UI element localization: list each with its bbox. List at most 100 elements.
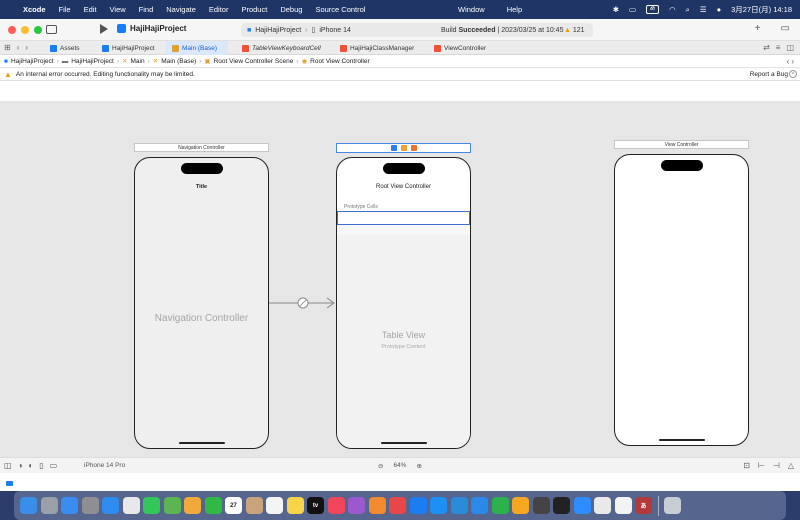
- related-items-icon[interactable]: ⇄: [763, 43, 770, 52]
- run-icon[interactable]: [100, 24, 108, 34]
- activity-view[interactable]: ■ HajiHajiProject › ▯ iPhone 14 Build Su…: [241, 23, 593, 37]
- split-editor-icon[interactable]: ◫: [786, 43, 794, 52]
- chrome-icon[interactable]: [122, 497, 140, 514]
- issue-nav-icon[interactable]: ‹ ›: [786, 57, 794, 66]
- first-responder-icon[interactable]: [400, 145, 407, 151]
- crumb-scene[interactable]: Root View Controller Scene: [214, 58, 294, 65]
- menu-app[interactable]: Xcode: [23, 5, 46, 14]
- mail-icon[interactable]: [61, 497, 78, 514]
- report-bug-button[interactable]: Report a Bug: [750, 71, 788, 78]
- wifi-icon[interactable]: ◠: [669, 5, 676, 14]
- resolve-issues-icon[interactable]: △: [788, 461, 794, 470]
- tv-icon[interactable]: tv: [307, 497, 324, 514]
- facetime-icon[interactable]: [204, 497, 222, 514]
- scheme-project[interactable]: HajiHajiProject: [255, 27, 301, 34]
- keynote-icon[interactable]: [471, 497, 488, 514]
- instruments-icon[interactable]: [594, 497, 611, 514]
- crumb-project[interactable]: HajiHajiProject: [11, 58, 54, 65]
- zoom-button[interactable]: [34, 26, 42, 34]
- trash-icon[interactable]: [664, 497, 681, 514]
- view-controller-scene[interactable]: [614, 154, 749, 446]
- menu-file[interactable]: File: [59, 5, 71, 14]
- exit-icon[interactable]: [410, 145, 417, 151]
- grid-icon[interactable]: ⊞: [4, 43, 11, 52]
- crumb-folder[interactable]: HajiHajiProject: [71, 58, 114, 65]
- menu-view[interactable]: View: [110, 5, 126, 14]
- interface-style-icon[interactable]: ◑: [18, 461, 23, 470]
- finder-icon[interactable]: [20, 497, 37, 514]
- xcode-tools-icon[interactable]: [409, 497, 427, 514]
- align-icon[interactable]: ⊢: [758, 461, 765, 470]
- menu-source-control[interactable]: Source Control: [315, 5, 365, 14]
- warning-badge[interactable]: ▲ 121: [564, 27, 585, 34]
- crumb-main[interactable]: Main: [130, 58, 144, 65]
- menu-help[interactable]: Help: [507, 5, 522, 14]
- segue-arrow[interactable]: [269, 295, 337, 311]
- root-view-controller-scene[interactable]: Root View Controller Prototype Cells Tab…: [336, 157, 471, 449]
- zoom-out-icon[interactable]: ⊖: [378, 462, 383, 470]
- tab-hajihajiclassmanager[interactable]: HajiHajiClassManager: [334, 41, 420, 55]
- zoom-icon[interactable]: [573, 497, 591, 514]
- app-store-icon[interactable]: [430, 497, 447, 514]
- storyboard-canvas[interactable]: Navigation Controller Title Navigation C…: [0, 101, 800, 475]
- menu-debug[interactable]: Debug: [280, 5, 302, 14]
- calendar-icon[interactable]: 27: [225, 497, 242, 514]
- zoom-in-icon[interactable]: ⊕: [416, 462, 421, 470]
- battery-icon[interactable]: ▭: [629, 5, 636, 14]
- nav-controller-scene[interactable]: Title Navigation Controller: [134, 157, 269, 449]
- books-icon[interactable]: [368, 497, 386, 514]
- notes-icon[interactable]: [286, 497, 304, 514]
- menu-editor[interactable]: Editor: [209, 5, 229, 14]
- menu-edit[interactable]: Edit: [84, 5, 97, 14]
- input-method-icon[interactable]: あ: [646, 5, 660, 14]
- numbers-icon[interactable]: [491, 497, 509, 514]
- pages-icon[interactable]: [512, 497, 529, 514]
- sidebar-toggle-icon[interactable]: [46, 25, 57, 34]
- root-nav-title[interactable]: Root View Controller: [337, 184, 470, 190]
- crumb-main-base[interactable]: Main (Base): [161, 58, 196, 65]
- close-icon[interactable]: ✕: [789, 70, 797, 78]
- tab-project[interactable]: HajiHajiProject: [96, 41, 161, 55]
- bluetooth-icon[interactable]: ✱: [613, 5, 619, 14]
- photos-icon[interactable]: [184, 497, 201, 514]
- orientation-icon[interactable]: ▯: [39, 461, 43, 470]
- nav-scene-title[interactable]: Navigation Controller: [134, 143, 269, 152]
- prototype-cell[interactable]: [337, 211, 470, 225]
- settings-icon[interactable]: [81, 497, 99, 514]
- device-icon[interactable]: ▭: [50, 461, 58, 470]
- tab-assets[interactable]: Assets: [44, 41, 86, 55]
- podcasts-icon[interactable]: [348, 497, 365, 514]
- scene-dock[interactable]: [336, 143, 471, 153]
- minimize-button[interactable]: [21, 26, 29, 34]
- menu-product[interactable]: Product: [241, 5, 267, 14]
- reminders-icon[interactable]: [266, 497, 283, 514]
- menu-find[interactable]: Find: [139, 5, 154, 14]
- tab-main-base[interactable]: Main (Base): [166, 41, 228, 55]
- view-controller-icon[interactable]: [390, 145, 397, 151]
- clock[interactable]: 3月27日(月) 14:18: [731, 4, 792, 15]
- search-icon[interactable]: ⌕: [686, 5, 690, 15]
- device-config[interactable]: iPhone 14 Pro: [84, 462, 125, 469]
- github-icon[interactable]: [532, 497, 550, 514]
- editor-options-icon[interactable]: ≡: [776, 43, 781, 52]
- kana-app-icon[interactable]: あ: [635, 497, 652, 514]
- textedit-icon[interactable]: [614, 497, 632, 514]
- tab-tableviewkeyboardcell[interactable]: TableViewKeyboardCell: [236, 41, 327, 55]
- menu-window[interactable]: Window: [458, 5, 485, 14]
- terminal-icon[interactable]: [553, 497, 570, 514]
- debug-toggle-icon[interactable]: [6, 481, 13, 486]
- dark-mode-icon[interactable]: ◐: [28, 461, 33, 470]
- back-icon[interactable]: ‹: [17, 43, 20, 52]
- document-outline-icon[interactable]: ◫: [4, 461, 12, 470]
- add-constraints-icon[interactable]: ⊣: [773, 461, 780, 470]
- safari-icon[interactable]: [102, 497, 119, 514]
- scheme-device[interactable]: iPhone 14: [319, 27, 351, 34]
- update-frames-icon[interactable]: ⊡: [743, 461, 750, 470]
- numbers-news-icon[interactable]: [389, 497, 406, 514]
- menu-navigate[interactable]: Navigate: [166, 5, 196, 14]
- close-button[interactable]: [8, 26, 16, 34]
- launchpad-icon[interactable]: [40, 497, 58, 514]
- inspector-toggle-icon[interactable]: ▭: [781, 23, 790, 34]
- maps-icon[interactable]: [163, 497, 181, 514]
- contacts-icon[interactable]: [245, 497, 263, 514]
